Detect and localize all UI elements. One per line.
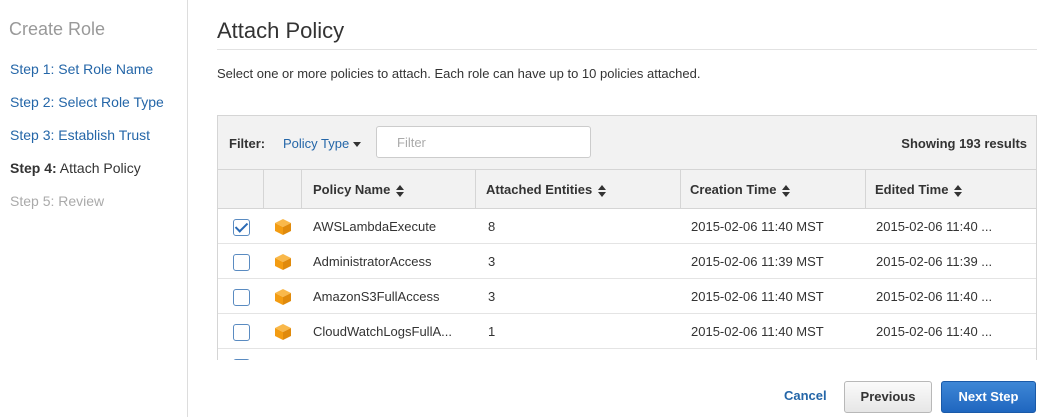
policy-name-cell: CloudWatchLogsFullA... bbox=[313, 324, 452, 339]
creation-time-cell: 2015-02-06 11:40 MST bbox=[691, 289, 824, 304]
sort-icon bbox=[782, 184, 791, 197]
table-row[interactable] bbox=[218, 349, 1036, 360]
table-row[interactable]: AWSLambdaExecute 8 2015-02-06 11:40 MST … bbox=[218, 209, 1036, 244]
table-row[interactable]: AdministratorAccess 3 2015-02-06 11:39 M… bbox=[218, 244, 1036, 279]
edited-time-cell: 2015-02-06 11:40 ... bbox=[876, 219, 993, 234]
edited-time-cell: 2015-02-06 11:40 ... bbox=[876, 289, 993, 304]
filter-label: Filter: bbox=[229, 136, 266, 151]
sidebar-step-1[interactable]: Step 1: Set Role Name bbox=[10, 61, 153, 77]
header-policy-name-label: Policy Name bbox=[313, 182, 391, 197]
header-attached-entities-label: Attached Entities bbox=[486, 182, 593, 197]
policy-type-label: Policy Type bbox=[283, 136, 350, 151]
sidebar-step-4-prefix: Step 4: bbox=[10, 160, 57, 176]
header-icon-column bbox=[263, 170, 301, 209]
sidebar-title: Create Role bbox=[9, 19, 106, 39]
header-creation-time-label: Creation Time bbox=[690, 182, 777, 197]
filter-bar: Filter: Policy Type Showing 193 results bbox=[218, 116, 1036, 170]
results-count: Showing 193 results bbox=[901, 136, 1027, 151]
header-policy-name[interactable]: Policy Name bbox=[301, 170, 475, 209]
row-checkbox[interactable] bbox=[233, 254, 250, 271]
orange-cube-icon bbox=[275, 289, 291, 305]
row-checkbox[interactable] bbox=[233, 289, 250, 306]
sidebar: Create Role Step 1: Set Role Name Step 2… bbox=[0, 0, 188, 417]
policy-table-panel: Filter: Policy Type Showing 193 results … bbox=[217, 115, 1037, 360]
sidebar-step-3[interactable]: Step 3: Establish Trust bbox=[10, 127, 150, 143]
sort-icon bbox=[598, 184, 607, 197]
sort-icon bbox=[396, 184, 405, 197]
row-checkbox[interactable] bbox=[233, 359, 250, 360]
sidebar-step-5: Step 5: Review bbox=[10, 193, 105, 209]
cancel-button[interactable]: Cancel bbox=[784, 388, 827, 403]
sidebar-step-2[interactable]: Step 2: Select Role Type bbox=[10, 94, 164, 110]
row-checkbox[interactable] bbox=[233, 324, 250, 341]
creation-time-cell: 2015-02-06 11:40 MST bbox=[691, 324, 824, 339]
sidebar-step-4: Step 4: Attach Policy bbox=[10, 160, 141, 176]
orange-cube-icon bbox=[275, 324, 291, 340]
header-edited-time-label: Edited Time bbox=[875, 182, 949, 197]
edited-time-cell: 2015-02-06 11:39 ... bbox=[876, 254, 993, 269]
table-row[interactable]: CloudWatchLogsFullA... 1 2015-02-06 11:4… bbox=[218, 314, 1036, 349]
policy-type-dropdown[interactable]: Policy Type bbox=[283, 136, 362, 151]
row-checkbox[interactable] bbox=[233, 219, 250, 236]
attached-entities-cell: 3 bbox=[488, 254, 496, 269]
attached-entities-cell: 1 bbox=[488, 324, 496, 339]
attached-entities-cell: 8 bbox=[488, 219, 496, 234]
title-divider bbox=[217, 49, 1037, 50]
orange-cube-icon bbox=[275, 254, 291, 270]
policy-name-cell: AWSLambdaExecute bbox=[313, 219, 437, 234]
creation-time-cell: 2015-02-06 11:39 MST bbox=[691, 254, 824, 269]
edited-time-cell: 2015-02-06 11:40 ... bbox=[876, 324, 993, 339]
table-header: Policy Name Attached Entities Creation T… bbox=[218, 170, 1036, 209]
header-select-column bbox=[218, 170, 263, 209]
previous-button[interactable]: Previous bbox=[844, 381, 932, 413]
header-attached-entities[interactable]: Attached Entities bbox=[475, 170, 680, 209]
policy-name-cell: AmazonS3FullAccess bbox=[313, 289, 440, 304]
create-role-page: Create Role Step 1: Set Role Name Step 2… bbox=[0, 0, 1040, 417]
sidebar-step-4-label: Attach Policy bbox=[56, 160, 141, 176]
filter-input[interactable] bbox=[376, 126, 591, 158]
header-edited-time[interactable]: Edited Time bbox=[865, 170, 1036, 209]
attached-entities-cell: 3 bbox=[488, 289, 496, 304]
sort-icon bbox=[954, 184, 963, 197]
caret-down-icon bbox=[353, 142, 362, 148]
orange-cube-icon bbox=[275, 219, 291, 235]
header-creation-time[interactable]: Creation Time bbox=[680, 170, 865, 209]
policy-name-cell: AdministratorAccess bbox=[313, 254, 432, 269]
next-step-button[interactable]: Next Step bbox=[941, 381, 1036, 413]
creation-time-cell: 2015-02-06 11:40 MST bbox=[691, 219, 824, 234]
page-title: Attach Policy bbox=[217, 18, 345, 43]
table-row[interactable]: AmazonS3FullAccess 3 2015-02-06 11:40 MS… bbox=[218, 279, 1036, 314]
intro-text: Select one or more policies to attach. E… bbox=[217, 66, 701, 81]
